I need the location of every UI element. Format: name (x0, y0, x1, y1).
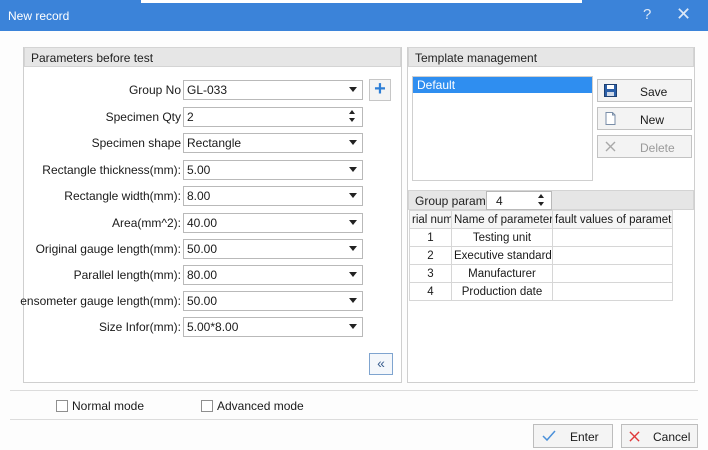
extensometer-gauge-value: 50.00 (187, 294, 218, 308)
cancel-button[interactable]: Cancel (621, 424, 698, 448)
collapse-button[interactable]: « (369, 353, 393, 375)
cell-name[interactable]: Testing unit (451, 228, 553, 247)
normal-mode-label: Normal mode (72, 399, 145, 413)
label-original-gauge: Original gauge length(mm): (35, 242, 181, 256)
label-specimen-qty: Specimen Qty (105, 110, 181, 124)
params-header: Parameters before test (24, 47, 401, 67)
table-header-row: rial num Name of parameter fault values … (409, 210, 673, 229)
label-width: Rectangle width(mm): (64, 189, 181, 203)
col-default[interactable]: fault values of paramet (552, 210, 673, 229)
width-value: 8.00 (187, 189, 211, 203)
col-name[interactable]: Name of parameter (451, 210, 553, 229)
cell-default[interactable] (552, 246, 673, 265)
save-icon (604, 84, 617, 97)
label-thickness: Rectangle thickness(mm): (42, 163, 181, 177)
parallel-length-combo[interactable]: 80.00 (183, 265, 363, 285)
title-bar: New record ? ✕ (0, 0, 708, 31)
chevron-down-icon (349, 220, 357, 225)
group-params-label: Group parame (415, 194, 493, 208)
size-info-value: 5.00*8.00 (187, 320, 239, 334)
cell-serial[interactable]: 3 (409, 264, 452, 283)
col-serial[interactable]: rial num (409, 210, 452, 229)
group-params-table: rial num Name of parameter fault values … (409, 210, 673, 301)
cell-serial[interactable]: 1 (409, 228, 452, 247)
template-item-default[interactable]: Default (413, 77, 592, 93)
window-title: New record (8, 9, 70, 23)
check-icon (542, 430, 556, 442)
label-size-info: Size Infor(mm): (98, 320, 181, 334)
new-document-icon (605, 112, 616, 125)
label-extensometer-gauge: ensometer gauge length(mm): (20, 294, 181, 308)
group-no-value: GL-033 (187, 83, 228, 97)
thickness-value: 5.00 (187, 163, 211, 177)
label-parallel-length: Parallel length(mm): (73, 268, 181, 282)
save-label: Save (640, 85, 668, 99)
parallel-length-value: 80.00 (187, 268, 218, 282)
cancel-x-icon (629, 431, 640, 442)
cancel-label: Cancel (653, 430, 691, 444)
advanced-mode-label: Advanced mode (217, 399, 304, 413)
group-no-combo[interactable]: GL-033 (183, 80, 363, 100)
close-icon[interactable]: ✕ (676, 4, 691, 25)
enter-button[interactable]: Enter (533, 424, 613, 448)
spin-arrows-icon[interactable] (538, 194, 546, 208)
width-combo[interactable]: 8.00 (183, 186, 363, 206)
chevron-down-icon (349, 246, 357, 251)
original-gauge-combo[interactable]: 50.00 (183, 239, 363, 259)
new-button[interactable]: New (597, 107, 692, 130)
chevron-down-icon (349, 140, 357, 145)
table-row[interactable]: 2 Executive standard (409, 246, 673, 265)
extensometer-gauge-combo[interactable]: 50.00 (183, 291, 363, 311)
enter-label: Enter (570, 430, 599, 444)
group-params-count: 4 (496, 194, 503, 208)
cell-default[interactable] (552, 282, 673, 301)
thickness-combo[interactable]: 5.00 (183, 160, 363, 180)
new-label: New (640, 113, 665, 127)
cell-default[interactable] (552, 264, 673, 283)
cell-default[interactable] (552, 228, 673, 247)
save-button[interactable]: Save (597, 79, 692, 102)
group-params-count-spinner[interactable]: 4 (486, 191, 552, 210)
original-gauge-value: 50.00 (187, 242, 218, 256)
table-row[interactable]: 4 Production date (409, 282, 673, 301)
size-info-combo[interactable]: 5.00*8.00 (183, 317, 363, 337)
specimen-qty-value: 2 (187, 110, 194, 124)
area-combo[interactable]: 40.00 (183, 213, 363, 233)
delete-x-icon (605, 141, 616, 152)
advanced-mode-checkbox[interactable] (201, 400, 213, 412)
chevron-down-icon (349, 167, 357, 172)
chevron-down-icon (349, 87, 357, 92)
cell-serial[interactable]: 4 (409, 282, 452, 301)
specimen-shape-value: Rectangle (187, 136, 242, 150)
delete-label: Delete (640, 141, 675, 155)
chevron-down-icon (349, 298, 357, 303)
normal-mode-checkbox[interactable] (56, 400, 68, 412)
table-row[interactable]: 1 Testing unit (409, 228, 673, 247)
delete-button[interactable]: Delete (597, 135, 692, 158)
cell-name[interactable]: Executive standard (451, 246, 553, 265)
cell-name[interactable]: Production date (451, 282, 553, 301)
label-specimen-shape: Specimen shape (91, 136, 181, 150)
chevron-down-icon (349, 324, 357, 329)
label-area: Area(mm^2): (112, 216, 181, 230)
table-row[interactable]: 3 Manufacturer (409, 264, 673, 283)
add-group-button[interactable]: + (369, 79, 391, 101)
spin-arrows-icon[interactable] (349, 110, 357, 124)
title-bar-strip (141, 0, 582, 3)
template-list[interactable]: Default (412, 76, 593, 181)
template-header: Template management (408, 47, 694, 67)
cell-name[interactable]: Manufacturer (451, 264, 553, 283)
chevron-down-icon (349, 272, 357, 277)
label-group-no: Group No (128, 83, 181, 97)
specimen-shape-combo[interactable]: Rectangle (183, 133, 363, 153)
help-icon[interactable]: ? (643, 6, 651, 23)
area-value: 40.00 (187, 216, 218, 230)
cell-serial[interactable]: 2 (409, 246, 452, 265)
specimen-qty-spinner[interactable]: 2 (183, 107, 363, 127)
chevron-down-icon (349, 193, 357, 198)
